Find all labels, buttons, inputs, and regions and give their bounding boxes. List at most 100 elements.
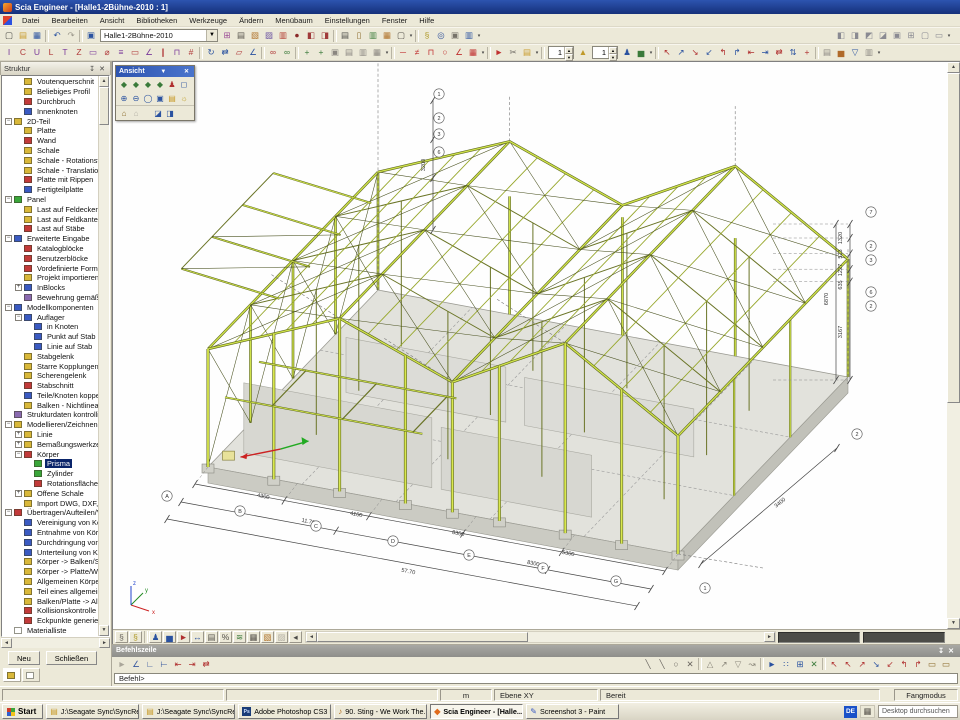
tree-item-allgemeinen-körper-in[interactable]: Allgemeinen Körper in	[2, 577, 98, 587]
move-node-icon[interactable]: +	[300, 46, 314, 59]
attachment2-icon[interactable]: §	[129, 631, 142, 643]
view-z-icon[interactable]: ◆	[142, 78, 154, 90]
link-node2-icon[interactable]: ∞	[280, 46, 294, 59]
section-I-icon[interactable]: I	[2, 46, 16, 59]
win-close-all-icon[interactable]: ◪	[876, 29, 890, 42]
activity-spinner-1[interactable]: 1▲▼	[548, 46, 574, 59]
win-new-icon[interactable]: ▣	[890, 29, 904, 42]
rotate-icon[interactable]: ↻	[204, 46, 218, 59]
snap-vertex-icon[interactable]: △	[703, 658, 717, 671]
sel-swap-icon[interactable]: ⇄	[772, 46, 786, 59]
open-icon[interactable]: ▤	[16, 29, 30, 42]
win-min-icon[interactable]: ▭	[932, 29, 946, 42]
collapse-icon[interactable]: −	[5, 196, 12, 203]
tree-item-projekt-importieren-e[interactable]: Projekt importieren (E	[2, 273, 98, 283]
chart-axis-icon[interactable]: ▅	[163, 631, 176, 643]
tree-item-teile-knoten-koppeln[interactable]: Teile/Knoten koppeln	[2, 391, 98, 401]
view-person-icon[interactable]: ♟	[166, 78, 178, 90]
tree-item-platte-mit-rippen[interactable]: Platte mit Rippen	[2, 175, 98, 185]
filter-icon[interactable]: ▽	[848, 46, 862, 59]
toolbar-overflow-icon[interactable]: ▾	[384, 50, 390, 56]
sel-add-icon[interactable]: ↙	[702, 46, 716, 59]
viewport[interactable]: 430041008300530011.70830057.703400132052…	[112, 61, 960, 644]
link-node1-icon[interactable]: ∞	[266, 46, 280, 59]
ortho-icon[interactable]: ∟	[143, 658, 157, 671]
snap-line-icon[interactable]: ╲	[641, 658, 655, 671]
printer-icon[interactable]: ▦	[860, 705, 875, 718]
print-data-icon[interactable]: ▤	[234, 29, 248, 42]
clipboard-icon[interactable]: ▣	[448, 29, 462, 42]
person-axis-icon[interactable]: ♟	[149, 631, 162, 643]
tree-item-bemaßungswerkzeug[interactable]: +Bemaßungswerkzeug	[2, 439, 98, 449]
win-split-icon[interactable]: ⊞	[904, 29, 918, 42]
clash-check-icon[interactable]: ▲	[576, 46, 590, 59]
perspective-icon[interactable]: ◨	[164, 107, 176, 119]
menu-bibliotheken[interactable]: Bibliotheken	[130, 15, 183, 26]
taskbar-button-media[interactable]: ♪90. Sting - We Work The...	[334, 704, 427, 719]
trim-icon[interactable]: ▥	[356, 46, 370, 59]
snap-tangent-icon[interactable]: ↙	[883, 658, 897, 671]
win-tile-h-icon[interactable]: ◨	[848, 29, 862, 42]
layout1-icon[interactable]: ◧	[304, 29, 318, 42]
tree-item-linie-auf-stab[interactable]: Linie auf Stab	[2, 342, 98, 352]
project-manager-icon[interactable]: ▣	[84, 29, 98, 42]
attachment-icon[interactable]: §	[115, 631, 128, 643]
tree-item-modellieren-zeichnen[interactable]: −Modellieren/Zeichnen	[2, 420, 98, 430]
taskbar-button-scia[interactable]: ◆Scia Engineer - [Halle...	[430, 704, 523, 719]
sel-beam-icon[interactable]: ↗	[674, 46, 688, 59]
solid-render-icon[interactable]: ⌂	[130, 107, 142, 119]
add-folder-icon[interactable]: ▤	[520, 46, 534, 59]
toolbar-overflow-icon[interactable]: ▾	[876, 50, 882, 56]
sel-prev-icon[interactable]: ↰	[716, 46, 730, 59]
section-cold-icon[interactable]: ⊓	[170, 46, 184, 59]
image-gallery-icon[interactable]: ▧	[248, 29, 262, 42]
combo-dropdown-icon[interactable]: ▼	[206, 30, 217, 41]
win-max-icon[interactable]: ▢	[918, 29, 932, 42]
percent-icon[interactable]: %	[219, 631, 232, 643]
menu-werkzeuge[interactable]: Werkzeuge	[183, 15, 233, 26]
tree-item-zylinder[interactable]: Zylinder	[2, 469, 98, 479]
schliessen-button[interactable]: Schließen	[46, 651, 97, 665]
tree-item-schale-translationsf[interactable]: Schale - Translationsf	[2, 165, 98, 175]
tree-item-in-knoten[interactable]: in Knoten	[2, 322, 98, 332]
gallery2-icon[interactable]: ▥	[366, 29, 380, 42]
view-x-icon[interactable]: ◆	[118, 78, 130, 90]
section-rail-icon[interactable]: ≡	[114, 46, 128, 59]
step-forward-icon[interactable]: ⇥	[185, 658, 199, 671]
tree-item-vereinigung-von-körp[interactable]: Vereinigung von Körp	[2, 518, 98, 528]
tree-item-materialliste[interactable]: Materialliste	[2, 626, 98, 636]
properties-icon[interactable]: ▥	[862, 46, 876, 59]
graph-icon[interactable]: ▅	[834, 46, 848, 59]
zoom-window-icon[interactable]: ◻	[178, 78, 190, 90]
section-plate-icon[interactable]: ▭	[128, 46, 142, 59]
tab-layers[interactable]	[22, 668, 40, 682]
render-icon[interactable]: ▨	[262, 29, 276, 42]
add-node-icon[interactable]: +	[314, 46, 328, 59]
close-panel-icon[interactable]: ✕	[97, 65, 107, 73]
neu-button[interactable]: Neu	[8, 651, 40, 665]
tree-item-starre-kopplungen[interactable]: Starre Kopplungen	[2, 361, 98, 371]
win-cascade-icon[interactable]: ◧	[834, 29, 848, 42]
taskbar-button-folder[interactable]: ▤J:\Seagate Sync\SyncRe...	[142, 704, 235, 719]
snap-end2-icon[interactable]: ↖	[841, 658, 855, 671]
scroll-up-icon[interactable]: ▲	[99, 76, 109, 87]
gallery3-icon[interactable]: ▦	[380, 29, 394, 42]
collapse-icon[interactable]: −	[15, 314, 22, 321]
zoom-selection-icon[interactable]: ▣	[154, 92, 166, 104]
angle-icon[interactable]: ∠	[452, 46, 466, 59]
toolbar-overflow-icon[interactable]: ▾	[408, 33, 414, 39]
activity-icon[interactable]: ▅	[634, 46, 648, 59]
palette-dropdown-icon[interactable]: ▼	[159, 69, 168, 75]
pin-icon[interactable]: ↧	[87, 65, 97, 73]
snap-ortho-icon[interactable]: ↘	[869, 658, 883, 671]
snap-z1-icon[interactable]: ↰	[897, 658, 911, 671]
scroll-left-icon[interactable]: ◄	[1, 638, 12, 648]
wire-render-icon[interactable]: ⌂	[118, 107, 130, 119]
tree-item-körper-balken-stüt[interactable]: Körper -> Balken/Stüt	[2, 557, 98, 567]
zoom-in-icon[interactable]: ⊕	[118, 92, 130, 104]
tree-item-fertigteilplatte[interactable]: Fertigteilplatte	[2, 185, 98, 195]
section-C-icon[interactable]: C	[16, 46, 30, 59]
find-icon[interactable]: ◎	[434, 29, 448, 42]
tree-item-scherengelenk[interactable]: Scherengelenk	[2, 371, 98, 381]
tree-item-last-auf-feldecken[interactable]: Last auf Feldecken	[2, 204, 98, 214]
